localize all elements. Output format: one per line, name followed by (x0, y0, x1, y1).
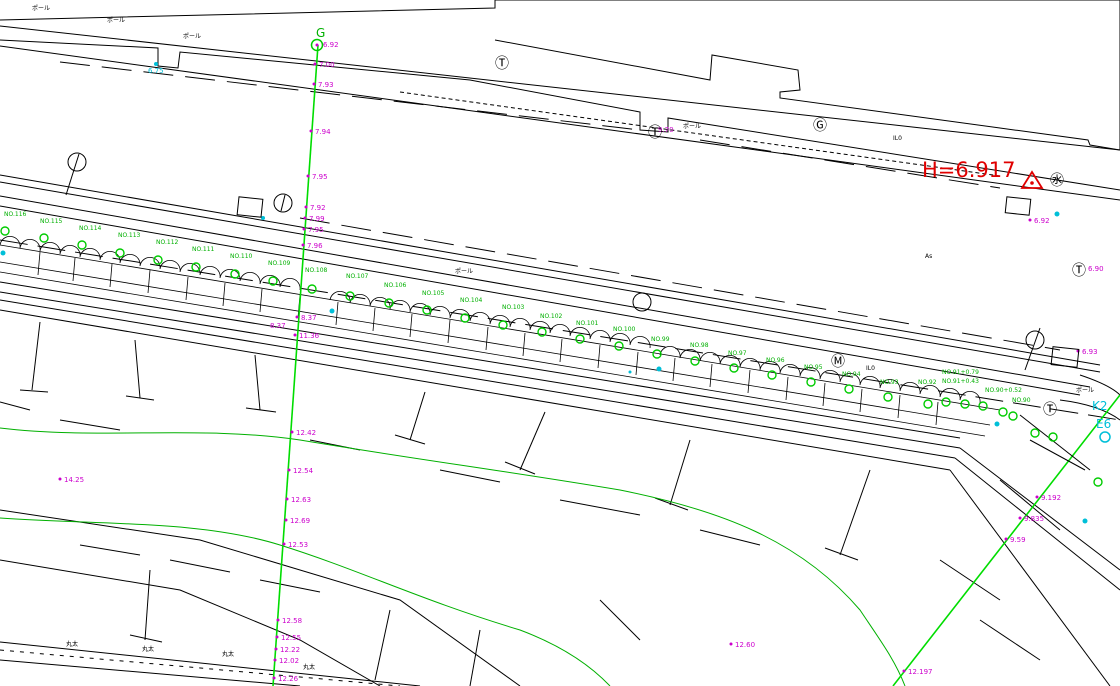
station-label: NO.107 (346, 273, 369, 280)
station-label: NO.97 (728, 350, 747, 357)
station-label: NO.103 (502, 304, 525, 311)
elevation-label: 9.835 (1024, 515, 1044, 523)
road-lines (0, 25, 1120, 686)
pole-icon (65, 152, 87, 196)
pole-label: ポール (455, 267, 473, 275)
elevation-label: 12.02 (279, 657, 299, 665)
log-label: 丸太 (222, 650, 234, 658)
elevation-label: 12.58 (282, 617, 302, 625)
elevation-label: 12.63 (291, 496, 311, 504)
survey-label-e6: E6 (1096, 417, 1111, 431)
station-label: NO.91+0.79 (942, 369, 979, 376)
station-circles (0, 226, 1103, 487)
manhole-icon: Ⓜ (831, 354, 845, 370)
pole-icon (273, 193, 293, 213)
benchmark: H=6.917 (922, 158, 1044, 189)
station-label: NO.95 (804, 364, 823, 371)
elevation-label: 12.60 (735, 641, 755, 649)
station-label: NO.91+0.43 (942, 378, 979, 385)
telephone-icon: Ⓣ (648, 125, 662, 141)
pole-label: ポール (1076, 386, 1094, 394)
contour-lines (0, 427, 906, 686)
il-label: IL0 (866, 365, 875, 372)
elevation-label: 9.192 (1041, 494, 1061, 502)
station-label: NO.110 (230, 253, 253, 260)
utility-symbols: Ⓣ Ⓣ Ⓣ Ⓣ Ⓖ ㊌ Ⓜ (495, 56, 1086, 418)
elevation-label: 12.54 (293, 467, 314, 475)
elevation-label: 11.36 (299, 332, 320, 340)
elevation-label: 7.93 (318, 81, 334, 89)
pole-label: ポール (32, 4, 50, 12)
pole-icon (1024, 327, 1045, 371)
elevation-label: 7.94 (315, 128, 331, 136)
elevation-label: 12.26 (278, 675, 299, 683)
elevation-label: 14.25 (64, 476, 84, 484)
benchmark-label: H=6.917 (922, 158, 1016, 182)
station-label: NO.92 (918, 379, 937, 386)
elevation-label: 12.42 (296, 429, 316, 437)
station-label: NO.111 (192, 246, 215, 253)
surface-label: As (925, 253, 932, 260)
elevation-label: 12.53 (288, 541, 308, 549)
station-label: NO.90+0.52 (985, 387, 1022, 394)
station-label: NO.109 (268, 260, 291, 267)
station-label: NO.98 (690, 342, 709, 349)
water-icon: ㊌ (1050, 173, 1064, 189)
station-label: NO.90 (1012, 397, 1031, 404)
survey-label-k2: K2 (1092, 399, 1108, 413)
elevation-label: 8.37 (301, 314, 317, 322)
station-label: NO.104 (460, 297, 483, 304)
elevation-label: 6.75 (148, 67, 164, 75)
elevation-label: 12.69 (290, 517, 310, 525)
slope-hatching (0, 321, 1061, 686)
station-label: NO.108 (305, 267, 328, 274)
station-label: NO.115 (40, 218, 63, 225)
pole-label: ポール (107, 16, 125, 24)
pole-label: ポール (183, 32, 201, 40)
station-label: NO.99 (651, 336, 670, 343)
survey-line-right: K2 E6 (892, 394, 1120, 686)
elevation-label: 7.95 (308, 226, 324, 234)
telephone-icon: Ⓣ (1072, 263, 1086, 279)
telephone-icon: Ⓣ (495, 56, 509, 72)
il-label: IL0 (893, 135, 902, 142)
station-label: NO.93 (880, 379, 899, 386)
log-label: 丸太 (303, 663, 315, 671)
station-label: NO.106 (384, 282, 407, 289)
survey-line-label: G (316, 26, 325, 40)
station-label: NO.100 (613, 326, 636, 333)
elevation-label: 6.93 (1082, 348, 1098, 356)
station-label: NO.102 (540, 313, 563, 320)
log-label: 丸太 (66, 640, 78, 648)
survey-line-main: G (272, 26, 325, 686)
elevation-label: 12.55 (281, 634, 301, 642)
elevation-label: 7.95 (312, 173, 328, 181)
station-label: NO.116 (4, 211, 27, 218)
elevation-label: 12.22 (280, 646, 300, 654)
elevation-label: 6.92 (323, 41, 339, 49)
log-label: 丸太 (142, 645, 154, 653)
retaining-wall (0, 236, 1001, 437)
elevation-label: 9.59 (1010, 536, 1026, 544)
station-label: NO.112 (156, 239, 179, 246)
utility-poles (65, 152, 1080, 371)
station-label: NO.94 (842, 371, 861, 378)
elevation-label: 7.96 (307, 242, 323, 250)
elevation-label: 7.00 (319, 61, 335, 69)
station-label: NO.105 (422, 290, 445, 297)
telephone-icon: Ⓣ (1043, 402, 1057, 418)
elevation-label: 6.92 (1034, 217, 1050, 225)
station-label: NO.114 (79, 225, 102, 232)
elevation-label: 12.197 (908, 668, 933, 676)
pole-label: ポール (683, 122, 701, 130)
survey-map: G K2 E6 NO.116 NO.115 NO.114 NO.113 NO.1… (0, 0, 1120, 686)
station-label: NO.96 (766, 357, 785, 364)
elevation-label: 6.90 (1088, 265, 1104, 273)
elevation-label: 7.92 (310, 204, 326, 212)
elevation-label: 7.99 (309, 215, 325, 223)
elevation-label: 8.37 (270, 322, 286, 330)
station-label: NO.101 (576, 320, 599, 327)
station-label: NO.113 (118, 232, 141, 239)
gas-icon: Ⓖ (813, 118, 827, 134)
